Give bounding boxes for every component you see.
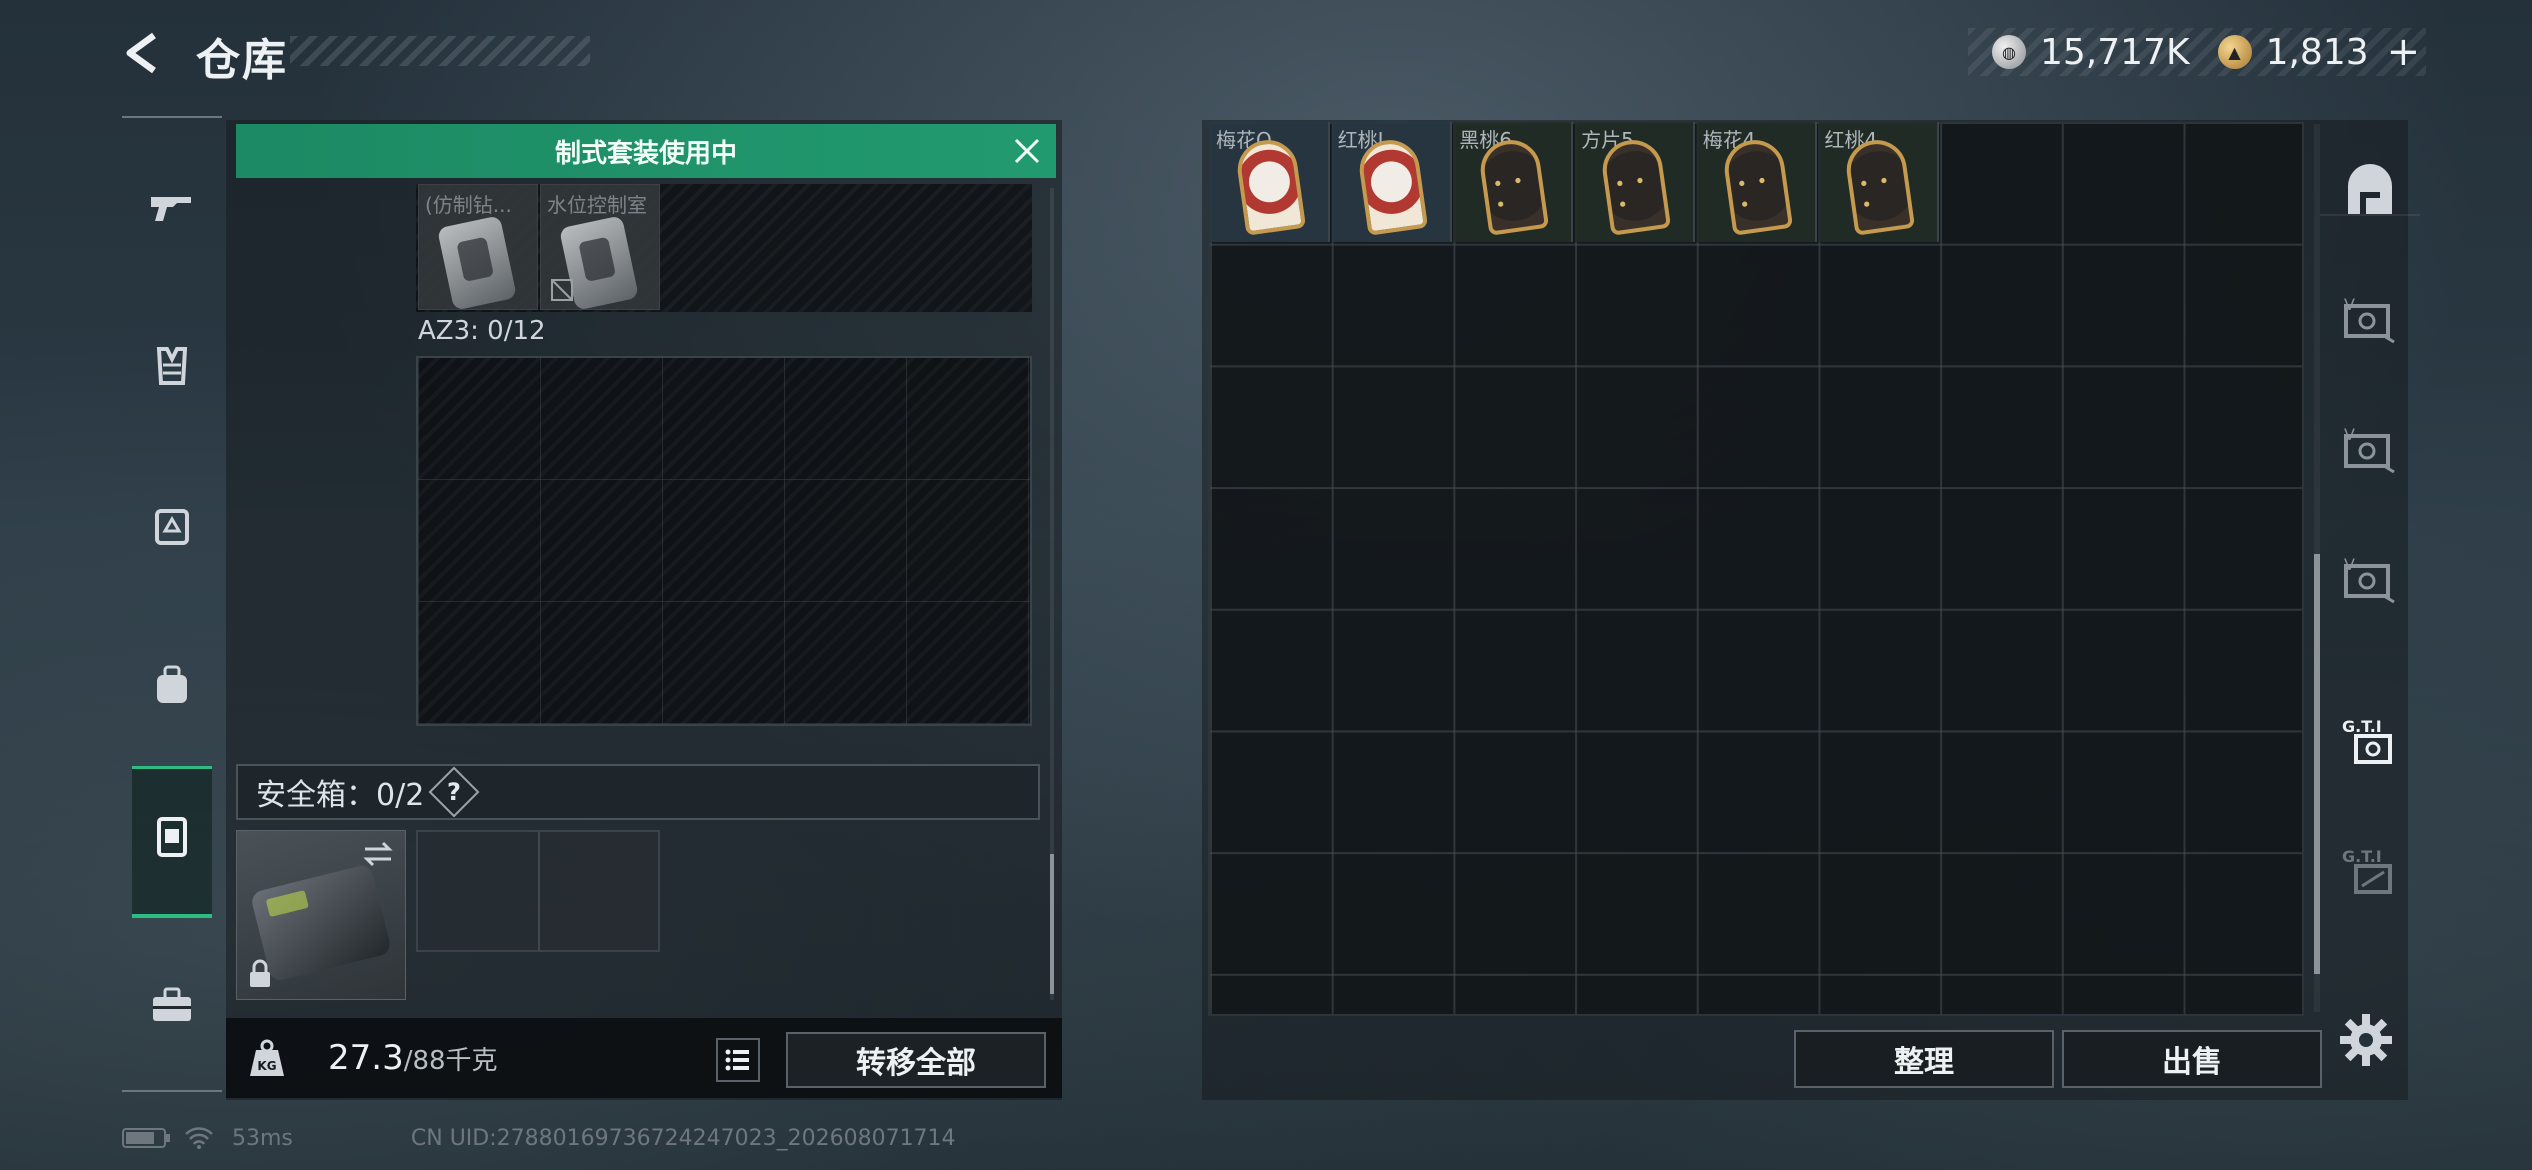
user-uid: CN UID:27880169736724247023_202608071714 (410, 1125, 956, 1151)
title-decoration (290, 36, 590, 66)
playing-card-item[interactable]: 黑桃6 (1453, 122, 1574, 242)
playing-card-item[interactable]: 方片5 (1575, 122, 1696, 242)
svg-text:V: V (2344, 425, 2355, 444)
card-art-icon (1598, 136, 1672, 236)
safebox-capacity-label: 安全箱：0/2 (256, 778, 425, 813)
transfer-all-button[interactable]: 转移全部 (786, 1032, 1046, 1088)
gti-stash-icon[interactable]: G.T.I (2338, 710, 2402, 774)
playing-card-item[interactable]: 梅花Q (1210, 122, 1330, 242)
item-label: 水位控制室 (547, 193, 647, 217)
svg-text:V: V (2344, 295, 2355, 314)
silver-coin-icon: ◍ (1992, 35, 2026, 69)
weight-value: 27.3 (328, 1038, 404, 1078)
card-art-icon (1355, 136, 1428, 236)
tab-divider (2320, 214, 2420, 216)
preset-kit-banner: 制式套装使用中 (236, 124, 1056, 178)
playing-card-item[interactable]: 红桃J (1331, 122, 1452, 242)
az3-capacity-label: AZ3: 0/12 (418, 316, 546, 346)
sort-button[interactable]: 整理 (1794, 1030, 2054, 1088)
help-button[interactable]: ? (428, 766, 480, 818)
map-key-item[interactable]: (仿制钻... (418, 184, 538, 310)
backpack-icon[interactable] (134, 648, 210, 724)
safebox-icon[interactable] (134, 798, 210, 874)
add-currency-button[interactable]: + (2387, 29, 2421, 75)
silver-coin-value: 15,717K (2040, 31, 2190, 73)
battery-icon (122, 1128, 170, 1148)
status-bar: 53ms CN UID:27880169736724247023_2026080… (122, 1120, 956, 1156)
playing-card-item[interactable]: 红桃4 (1818, 122, 1939, 242)
stash-grid[interactable] (1208, 122, 2304, 1016)
svg-text:G.T.I: G.T.I (2342, 847, 2382, 866)
armor-icon[interactable] (134, 488, 210, 564)
map-key-item[interactable]: 水位控制室 (540, 184, 660, 310)
item-label: (仿制钻... (425, 193, 512, 217)
weapon-icon[interactable] (134, 168, 210, 244)
help-icon: ? (447, 777, 462, 806)
ping-value: 53ms (232, 1125, 293, 1151)
banner-text: 制式套装使用中 (554, 138, 737, 169)
sell-button[interactable]: 出售 (2062, 1030, 2322, 1088)
weight-capacity: /88千克 (403, 1046, 498, 1076)
category-rail (122, 116, 222, 1092)
page-title: 仓库 (196, 35, 288, 86)
scroll-thumb[interactable] (1050, 854, 1054, 994)
card-art-icon (1233, 136, 1307, 236)
svg-text:V: V (2344, 555, 2355, 574)
safebox-header: 安全箱：0/2 ? (236, 764, 1040, 820)
stash-tabs: V V V G.T.I G.T.I (2320, 120, 2420, 1100)
svg-text:G.T.I: G.T.I (2342, 717, 2382, 736)
gold-coin-icon: ▲ (2217, 35, 2252, 69)
gold-coin-value: 1,813 (2265, 31, 2369, 73)
wifi-icon (185, 1127, 213, 1149)
lock-icon (250, 959, 270, 987)
back-arrow-icon (126, 32, 156, 74)
loadout-scrollbar[interactable] (1050, 188, 1054, 1000)
swap-icon[interactable] (361, 839, 395, 869)
safebox-empty-slots[interactable] (416, 830, 660, 952)
toolbox-icon[interactable] (134, 968, 210, 1044)
card-art-icon (1720, 136, 1793, 236)
gti-stash-icon[interactable]: G.T.I (2338, 840, 2402, 904)
vip-stash-icon[interactable]: V (2338, 420, 2402, 484)
az3-container-grid[interactable] (416, 356, 1032, 726)
vip-stash-icon[interactable]: V (2338, 550, 2402, 614)
vip-stash-icon[interactable]: V (2338, 290, 2402, 354)
card-art-icon (1477, 136, 1550, 236)
weight-readout: 27.3/88千克 (328, 1038, 498, 1078)
back-button[interactable] (118, 28, 168, 78)
gear-icon[interactable] (2336, 1010, 2396, 1070)
list-view-button[interactable] (716, 1038, 760, 1082)
close-icon[interactable] (1010, 134, 1044, 168)
list-icon (725, 1049, 749, 1071)
keycard-icon (436, 215, 518, 309)
currency-bar: ◍ 15,717K ▲ 1,813 + (1968, 28, 2426, 76)
weight-bar: KG 27.3/88千克 转移全部 (226, 1018, 1062, 1098)
no-transfer-icon (551, 279, 573, 301)
card-art-icon (1842, 136, 1915, 236)
playing-card-item[interactable]: 梅花4 (1696, 122, 1817, 242)
weight-kg-icon: KG (250, 1039, 284, 1076)
svg-text:KG: KG (257, 1059, 276, 1073)
vest-icon[interactable] (134, 328, 210, 404)
safebox-slot[interactable] (236, 830, 406, 1000)
